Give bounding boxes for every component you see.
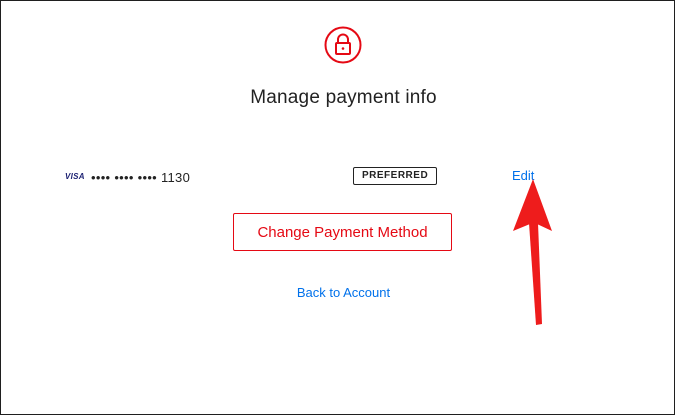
page-frame: Manage payment info VISA •••• •••• •••• …	[0, 0, 675, 415]
back-to-account-link[interactable]: Back to Account	[1, 285, 675, 300]
masked-card-number: •••• •••• •••• 1130	[91, 170, 191, 185]
annotation-arrow-icon	[513, 179, 552, 325]
change-payment-method-button[interactable]: Change Payment Method	[233, 213, 452, 251]
payment-method-row: VISA •••• •••• •••• 1130 PREFERRED Edit	[63, 167, 563, 187]
lock-icon	[324, 26, 362, 64]
page-title: Manage payment info	[250, 87, 437, 108]
preferred-badge: PREFERRED	[353, 167, 438, 185]
visa-logo-icon: VISA	[65, 172, 85, 181]
